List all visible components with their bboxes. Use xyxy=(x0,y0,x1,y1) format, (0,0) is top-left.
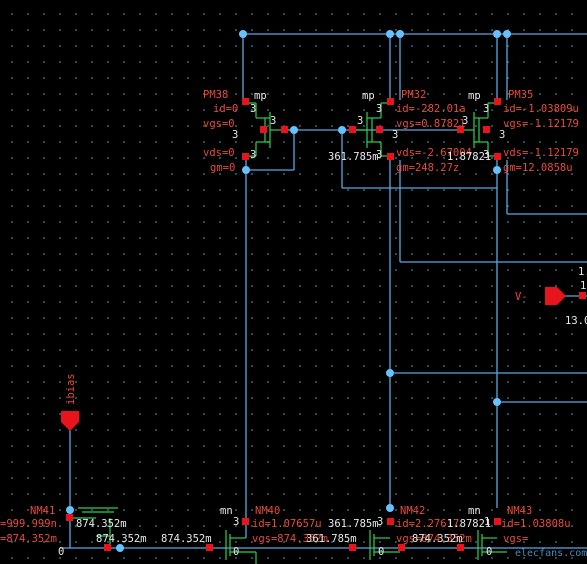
junction xyxy=(290,126,298,134)
pm35-vgs: vgs=-1.12179 xyxy=(503,118,579,130)
schematic-canvas[interactable]: PM38 mp id=0 vgs=0 vds=0 gm=0 3 3 3 3 PM… xyxy=(0,0,587,564)
pin-pm35-d xyxy=(494,153,501,160)
ibias-label: ibias xyxy=(65,373,77,405)
pm38-t-g: 3 xyxy=(250,103,256,115)
net-value-n7: 361.785m xyxy=(328,518,379,530)
pm38-type: mp xyxy=(254,90,267,102)
pin-pm32-d xyxy=(387,153,394,160)
pm32-id: id=-282.01a xyxy=(396,103,466,115)
junction xyxy=(386,369,394,377)
nm41-v2: =874.352m xyxy=(0,533,57,545)
pin-vminus-r xyxy=(579,292,586,299)
nm42-b: 0 xyxy=(378,546,384,558)
pm38-gm: gm=0 xyxy=(210,162,235,174)
nm41-name: NM41 xyxy=(30,505,55,517)
junction xyxy=(386,30,394,38)
pm38-vds: vds=0 xyxy=(203,147,235,159)
nm43-vgs: vgs= xyxy=(503,533,528,545)
pm32-t-g: 3 xyxy=(376,103,382,115)
pin-pm38-s xyxy=(242,98,249,105)
pm38-id: id=0 xyxy=(213,103,238,115)
schematic-svg: PM38 mp id=0 vgs=0 vds=0 gm=0 3 3 3 3 PM… xyxy=(0,30,587,564)
pin-nm43-g xyxy=(457,544,464,551)
nm43-type: mn xyxy=(468,505,481,517)
nm43-name: NM43 xyxy=(507,505,532,517)
pin-pm35-b xyxy=(483,126,490,133)
junction xyxy=(242,166,250,174)
pm38-t-s: 3 xyxy=(270,115,276,127)
junction xyxy=(493,398,501,406)
nm42-name: NM42 xyxy=(400,505,425,517)
pm35-id: id=-1.03809u xyxy=(503,103,579,115)
pin-pm32-b xyxy=(376,126,383,133)
junction xyxy=(66,506,74,514)
pin-nm40-g xyxy=(206,544,213,551)
vminus-val3: 1 xyxy=(580,280,586,292)
pin-nm41-d xyxy=(66,514,73,521)
ibias-pin-icon xyxy=(61,411,79,431)
pm38-t-b: 3 xyxy=(250,149,256,161)
pin-pm38-d xyxy=(242,153,249,160)
junction xyxy=(116,544,124,552)
pin-pm35-s xyxy=(494,98,501,105)
net-value-n6: 874.352m xyxy=(412,533,463,545)
nm43-b: 0 xyxy=(486,546,492,558)
pm35-vds: vds=-1.12179 xyxy=(503,147,579,159)
pin-nm40-d xyxy=(242,518,249,525)
pin-pm38-b xyxy=(260,126,267,133)
junction xyxy=(338,126,346,134)
junction xyxy=(396,30,404,38)
vminus-pin-icon xyxy=(545,287,566,305)
nm40-type: mn xyxy=(220,505,233,517)
net-value-n5: 874.352m xyxy=(161,533,212,545)
nm41-id: =999.999n xyxy=(0,518,57,530)
pm32-name: PM32 xyxy=(401,89,426,101)
pin-nm42-g xyxy=(349,544,356,551)
vminus-label: V- xyxy=(515,291,528,303)
junction xyxy=(493,166,501,174)
nm40-name: NM40 xyxy=(255,505,280,517)
junction xyxy=(239,30,247,38)
pm38-name: PM38 xyxy=(203,89,228,101)
net-value-n4: 874.352m xyxy=(96,533,147,545)
net-value-n8: 361.785m xyxy=(306,533,357,545)
pin-nm42-d xyxy=(387,518,394,525)
pm32-t-d: 3 xyxy=(392,129,398,141)
pin-nm42-b xyxy=(398,544,405,551)
net-value-n9: 1.87821 xyxy=(447,518,491,530)
pm38-t-d: 3 xyxy=(232,129,238,141)
net-value-n2: 1.87821 xyxy=(447,151,491,163)
pin-pm32-g xyxy=(349,126,356,133)
pm35-gm: gm=12.0858u xyxy=(503,162,573,174)
pm35-type: mp xyxy=(468,90,481,102)
pm32-type: mp xyxy=(362,90,375,102)
net-value-n1: 361.785m xyxy=(328,151,379,163)
pm35-name: PM35 xyxy=(508,89,533,101)
pm32-vgs: vgs=0.87821 xyxy=(396,118,466,130)
ibias-pin[interactable] xyxy=(61,411,79,431)
watermark: elecfans.com xyxy=(515,548,587,559)
nm40-b: 0 xyxy=(233,546,239,558)
pm32-t-s: 3 xyxy=(357,115,363,127)
junction xyxy=(503,30,511,38)
junction xyxy=(386,504,394,512)
pm35-t-s: 3 xyxy=(462,115,468,127)
pin-pm32-s xyxy=(387,98,394,105)
pin-pm38-g xyxy=(281,126,288,133)
vminus-val2: 1.3 xyxy=(578,266,587,278)
nm43-id: id=1.03808u xyxy=(501,518,571,530)
junction xyxy=(493,30,501,38)
vminus-value: 13.0 xyxy=(565,315,587,327)
pin-nm41-g xyxy=(104,544,111,551)
vminus-pin[interactable] xyxy=(545,287,566,305)
pm35-t-d: 3 xyxy=(499,129,505,141)
net-value-n3: 874.352m xyxy=(76,518,127,530)
pin-nm43-d xyxy=(494,518,501,525)
nm41-b: 0 xyxy=(58,546,64,558)
nm40-t: 3 xyxy=(233,516,239,528)
pm35-t-g: 3 xyxy=(483,103,489,115)
nm40-id: id=1.07657u xyxy=(252,518,322,530)
pm38-vgs: vgs=0 xyxy=(203,118,235,130)
pm32-gm: gm=248.27z xyxy=(396,162,459,174)
